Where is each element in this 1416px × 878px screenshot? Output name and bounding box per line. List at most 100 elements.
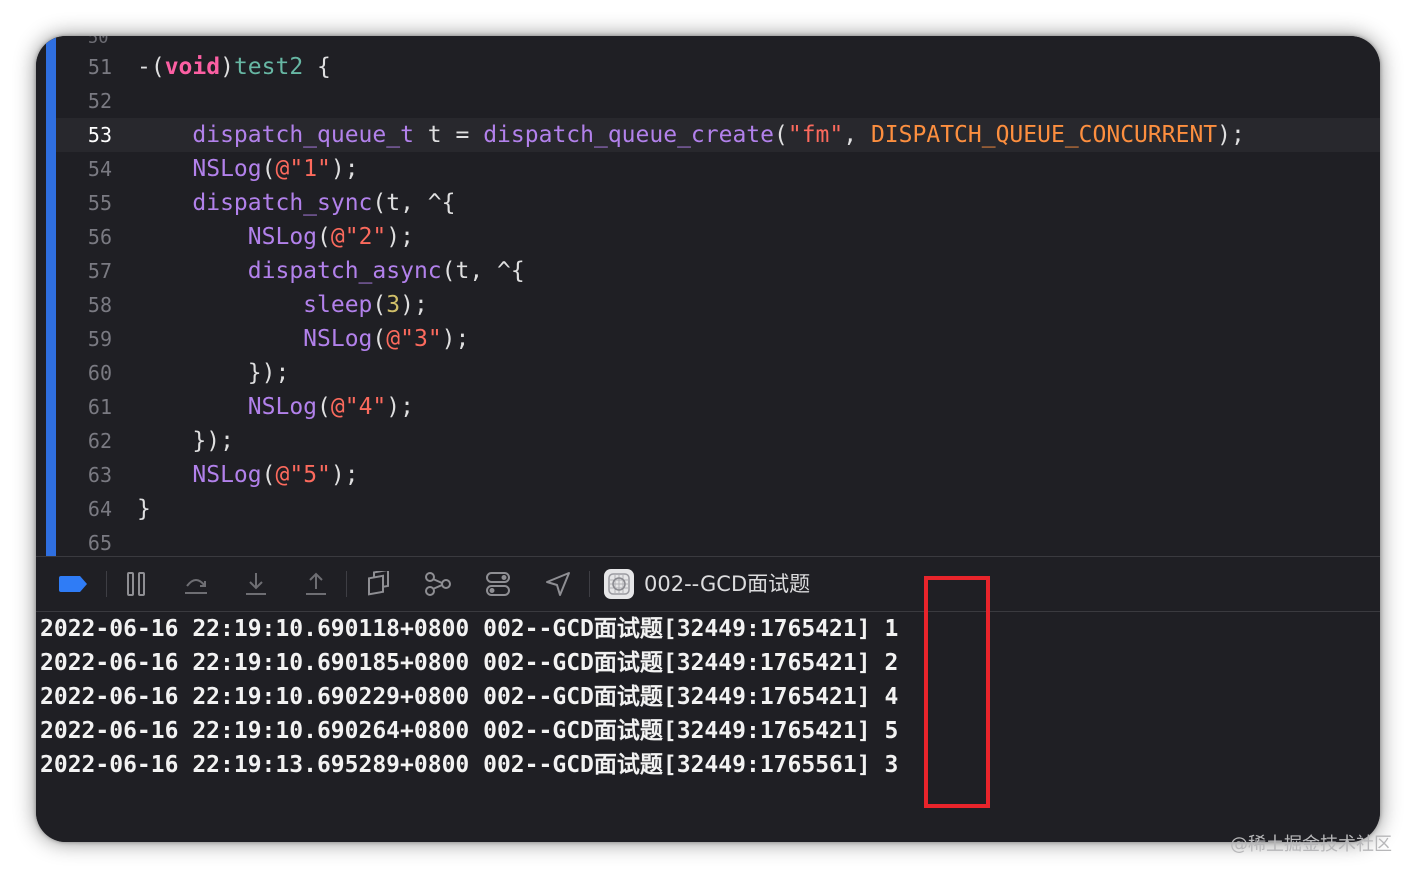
code-line[interactable]: 57 dispatch_async(t, ^{ xyxy=(56,254,1380,288)
step-into-icon[interactable] xyxy=(241,569,271,599)
code-editor[interactable]: 50 51 -(void)test2 {52 53 dispatch_queue_t… xyxy=(36,36,1380,556)
code-line[interactable]: 54 NSLog(@"1"); xyxy=(56,152,1380,186)
code-text: }); xyxy=(137,428,234,454)
log-line: 2022-06-16 22:19:10.690264+0800 002--GCD… xyxy=(40,714,898,748)
log-value: 1 xyxy=(884,616,899,642)
identifier: NSLog xyxy=(247,394,318,420)
code-line[interactable]: 51 -(void)test2 { xyxy=(56,50,1380,84)
log-prefix: 2022-06-16 22:19:10.690185+0800 002--GCD… xyxy=(40,650,871,676)
log-prefix: 2022-06-16 22:19:10.690229+0800 002--GCD… xyxy=(40,684,871,710)
line-number: 59 xyxy=(87,327,112,351)
code-line[interactable]: 52 xyxy=(56,84,1380,118)
log-line: 2022-06-16 22:19:10.690185+0800 002--GCD… xyxy=(40,646,898,680)
environment-overrides-icon[interactable] xyxy=(483,569,513,599)
code-line[interactable]: 64} xyxy=(56,492,1380,526)
step-over-icon[interactable] xyxy=(181,569,211,599)
code-content: dispatch_async(t, ^{ xyxy=(137,254,525,288)
code-text: ); xyxy=(386,224,414,250)
code-line[interactable]: 58 sleep(3); xyxy=(56,288,1380,322)
code-content: sleep(3); xyxy=(137,288,428,322)
code-line[interactable]: 61 NSLog(@"4"); xyxy=(56,390,1380,424)
code-text: ); xyxy=(330,462,359,488)
code-line[interactable]: 63 NSLog(@"5"); xyxy=(56,458,1380,492)
identifier: dispatch_sync xyxy=(192,190,373,216)
watermark: @稀土掘金技术社区 xyxy=(1230,834,1392,855)
code-line[interactable]: 55 dispatch_sync(t, ^{ xyxy=(56,186,1380,220)
string-literal: @"5" xyxy=(275,462,331,488)
scheme-name[interactable]: 002--GCD面试题 xyxy=(644,568,810,600)
code-content: dispatch_sync(t, ^{ xyxy=(137,186,456,220)
identifier: sleep xyxy=(303,292,373,318)
log-prefix: 2022-06-16 22:19:10.690118+0800 002--GCD… xyxy=(40,616,871,642)
code-content: NSLog(@"1"); xyxy=(137,152,358,186)
line-number: 54 xyxy=(87,157,112,181)
line-number: 51 xyxy=(87,55,112,79)
line-number: 55 xyxy=(87,191,112,215)
step-out-icon[interactable] xyxy=(301,569,331,599)
function-name: test2 xyxy=(233,54,304,80)
log-line: 2022-06-16 22:19:13.695289+0800 002--GCD… xyxy=(40,748,898,782)
keyword: void xyxy=(164,54,221,80)
code-content: } xyxy=(137,492,151,526)
line-number: 58 xyxy=(87,293,112,317)
breakpoint-gutter-marker[interactable] xyxy=(46,36,56,556)
breakpoints-toggle-icon[interactable] xyxy=(58,569,88,599)
code-line[interactable]: 53 dispatch_queue_t t = dispatch_queue_c… xyxy=(56,118,1380,152)
code-content: NSLog(@"2"); xyxy=(137,220,414,254)
code-text: ); xyxy=(386,394,414,420)
log-line: 2022-06-16 22:19:10.690118+0800 002--GCD… xyxy=(40,612,898,646)
identifier: dispatch_queue_t xyxy=(192,122,414,148)
line-number-partial: 50 xyxy=(88,36,109,48)
code-line[interactable]: 59 NSLog(@"3"); xyxy=(56,322,1380,356)
code-text: ( xyxy=(774,122,788,148)
string-literal: @"3" xyxy=(386,326,442,352)
code-text: ( xyxy=(261,462,276,488)
code-line[interactable]: 60 }); xyxy=(56,356,1380,390)
app-icon[interactable] xyxy=(604,569,634,599)
code-content: dispatch_queue_t t = dispatch_queue_crea… xyxy=(137,118,1245,152)
log-line: 2022-06-16 22:19:10.690229+0800 002--GCD… xyxy=(40,680,898,714)
code-text: (t, ^{ xyxy=(372,190,456,216)
code-line[interactable]: 65 xyxy=(56,526,1380,556)
number-literal: 3 xyxy=(386,292,401,318)
code-text: } xyxy=(137,496,151,522)
code-line[interactable]: 56 NSLog(@"2"); xyxy=(56,220,1380,254)
string-literal: "fm" xyxy=(787,122,844,148)
identifier: NSLog xyxy=(247,224,318,250)
code-text: ); xyxy=(441,326,470,352)
log-value: 2 xyxy=(884,650,899,676)
identifier: NSLog xyxy=(192,462,262,488)
line-number: 63 xyxy=(87,463,112,487)
console-output[interactable]: 2022-06-16 22:19:10.690118+0800 002--GCD… xyxy=(36,612,1380,842)
string-literal: @"1" xyxy=(275,156,331,182)
code-content: NSLog(@"5"); xyxy=(137,458,359,492)
line-number: 56 xyxy=(87,225,112,249)
annotation-highlight-box xyxy=(924,576,990,808)
simulate-location-icon[interactable] xyxy=(543,569,573,599)
code-line[interactable]: 62 }); xyxy=(56,424,1380,458)
code-text: ) xyxy=(220,54,234,80)
code-content: -(void)test2 { xyxy=(137,50,331,84)
code-text: -( xyxy=(137,54,165,80)
line-number: 60 xyxy=(87,361,112,385)
line-number: 64 xyxy=(87,497,112,521)
string-literal: @"2" xyxy=(330,224,387,250)
debug-view-hierarchy-icon[interactable] xyxy=(363,569,393,599)
log-prefix: 2022-06-16 22:19:13.695289+0800 002--GCD… xyxy=(40,752,871,778)
log-prefix: 2022-06-16 22:19:10.690264+0800 002--GCD… xyxy=(40,718,871,744)
identifier: dispatch_queue_create xyxy=(483,122,774,148)
memory-graph-icon[interactable] xyxy=(423,569,453,599)
pause-icon[interactable] xyxy=(121,569,151,599)
code-text: , xyxy=(843,122,871,148)
code-text: ( xyxy=(372,326,387,352)
log-value: 3 xyxy=(884,752,899,778)
line-number: 62 xyxy=(87,429,112,453)
code-text: ); xyxy=(1217,122,1245,148)
